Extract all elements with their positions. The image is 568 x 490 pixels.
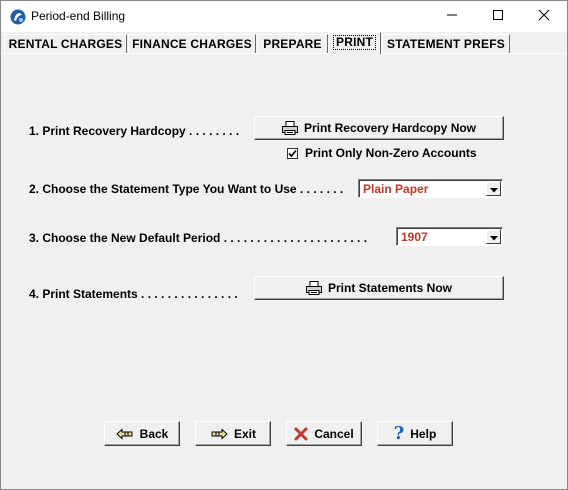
default-period-select[interactable]: 1907 [396, 227, 503, 246]
app-icon [10, 9, 26, 25]
minimize-icon [446, 8, 458, 25]
non-zero-accounts-label: Print Only Non-Zero Accounts [305, 146, 477, 160]
tab-print[interactable]: PRINT [328, 32, 381, 54]
default-period-dropdown-button[interactable] [486, 229, 501, 244]
maximize-button[interactable] [475, 1, 521, 32]
maximize-icon [492, 8, 504, 25]
tab-label: STATEMENT PREFS [387, 37, 505, 51]
close-icon [538, 8, 550, 25]
print-recovery-hardcopy-button[interactable]: Print Recovery Hardcopy Now [254, 116, 504, 140]
step2-label: 2. Choose the Statement Type You Want to… [29, 182, 344, 196]
step3-label: 3. Choose the New Default Period . . . .… [29, 231, 368, 245]
tab-statement-prefs[interactable]: STATEMENT PREFS [382, 34, 510, 53]
cancel-button[interactable]: Cancel [286, 421, 362, 446]
tab-label: RENTAL CHARGES [8, 37, 123, 51]
exit-button[interactable]: Exit [195, 421, 271, 446]
tab-rental-charges[interactable]: RENTAL CHARGES [4, 34, 127, 53]
tab-label: FINANCE CHARGES [132, 37, 252, 51]
chevron-down-icon [489, 228, 498, 246]
help-question-icon: ? [393, 423, 405, 444]
close-button[interactable] [521, 1, 567, 32]
back-label: Back [139, 426, 169, 441]
printer-icon [281, 121, 298, 135]
print-statements-label: Print Statements Now [327, 281, 453, 295]
print-panel: 1. Print Recovery Hardcopy . . . . . . .… [3, 53, 565, 488]
statement-type-dropdown-button[interactable] [486, 181, 501, 196]
back-button[interactable]: Back [104, 421, 180, 446]
help-button[interactable]: ? Help [377, 421, 453, 446]
minimize-button[interactable] [429, 1, 475, 32]
back-hand-icon [115, 427, 134, 440]
tab-strip: RENTAL CHARGES FINANCE CHARGES PREPARE P… [1, 32, 567, 54]
non-zero-accounts-checkbox[interactable] [287, 148, 298, 159]
exit-hand-icon [210, 427, 228, 440]
cancel-label: Cancel [314, 426, 354, 441]
statement-type-select[interactable]: Plain Paper [358, 179, 503, 198]
title-bar: Period-end Billing [1, 1, 567, 32]
chevron-down-icon [489, 180, 498, 198]
print-recovery-hardcopy-label: Print Recovery Hardcopy Now [303, 121, 477, 135]
print-statements-button[interactable]: Print Statements Now [254, 276, 504, 300]
window-title: Period-end Billing [31, 9, 126, 23]
default-period-value: 1907 [401, 230, 428, 244]
help-label: Help [410, 426, 437, 441]
tab-prepare[interactable]: PREPARE [257, 34, 328, 53]
tab-finance-charges[interactable]: FINANCE CHARGES [128, 34, 256, 53]
cancel-x-icon [294, 427, 308, 441]
period-end-billing-window: Period-end Billing RENTAL CHARGES FINANC… [0, 0, 568, 490]
step4-label: 4. Print Statements . . . . . . . . . . … [29, 287, 238, 301]
exit-label: Exit [233, 426, 256, 441]
tab-label: PREPARE [263, 37, 322, 51]
tab-label: PRINT [333, 35, 376, 50]
printer-icon [305, 281, 322, 295]
statement-type-value: Plain Paper [363, 182, 429, 196]
step1-label: 1. Print Recovery Hardcopy . . . . . . .… [29, 124, 240, 138]
